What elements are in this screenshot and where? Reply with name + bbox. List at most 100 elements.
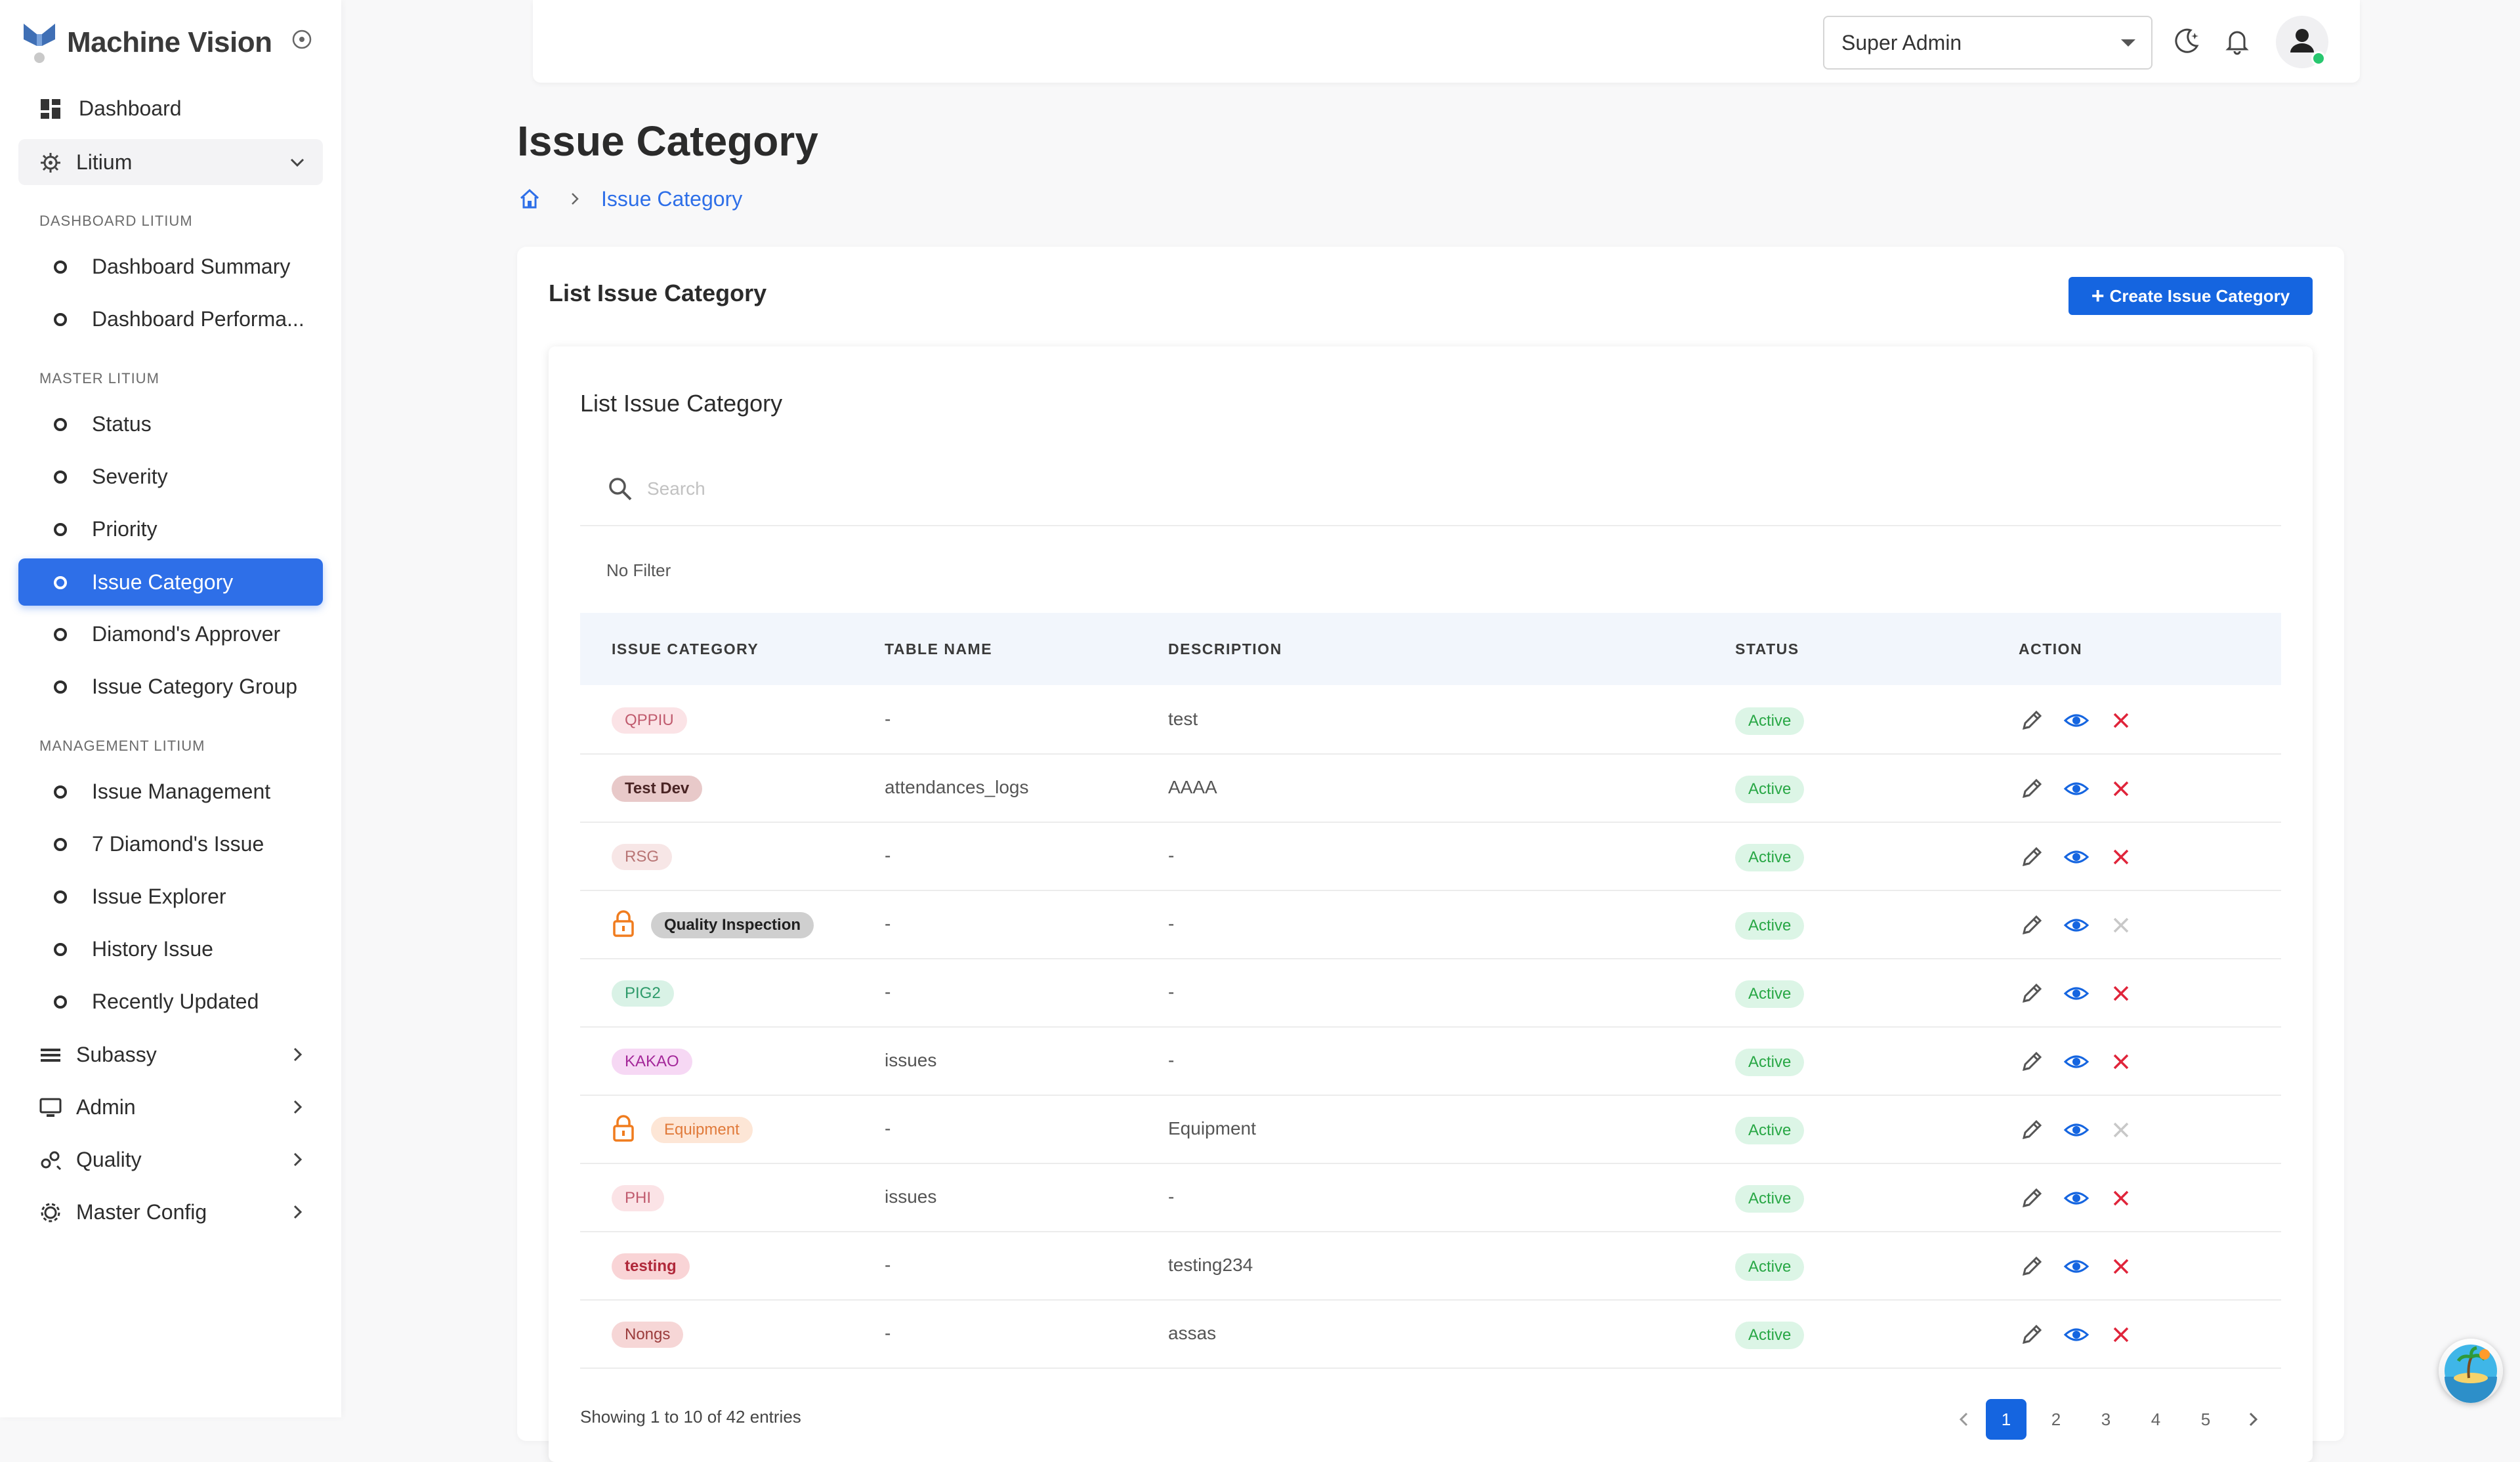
sidebar-item-dashboard-summary[interactable]: Dashboard Summary <box>18 243 323 290</box>
sidebar-item-priority[interactable]: Priority <box>18 505 323 553</box>
table-row: KAKAO issues - Active <box>580 1026 2281 1096</box>
edit-icon[interactable] <box>2019 776 2045 802</box>
sidebar-pin-icon[interactable] <box>291 29 312 50</box>
delete-x-icon[interactable] <box>2108 844 2134 870</box>
sidebar-item-recently-updated[interactable]: Recently Updated <box>18 978 323 1025</box>
table-name-cell: issues <box>885 1050 937 1070</box>
chevron-right-icon <box>293 1205 303 1219</box>
table-name-cell: - <box>885 1118 891 1138</box>
sidebar-item-history-issue[interactable]: History Issue <box>18 925 323 972</box>
page-button-4[interactable]: 4 <box>2135 1399 2176 1440</box>
view-eye-icon[interactable] <box>2063 1185 2090 1211</box>
sidebar-item-issue-explorer[interactable]: Issue Explorer <box>18 873 323 920</box>
column-header-table-name[interactable]: TABLE NAME <box>885 613 992 685</box>
bullet-icon <box>54 785 67 799</box>
page-button-1[interactable]: 1 <box>1986 1399 2026 1440</box>
section-label-master-litium: MASTER LITIUM <box>39 370 159 386</box>
sidebar-item-dashboard[interactable]: Dashboard <box>18 85 323 131</box>
page-title: Issue Category <box>517 117 818 165</box>
column-header-status: STATUS <box>1735 640 1799 658</box>
chevron-right-icon[interactable] <box>2243 1410 2263 1429</box>
chevron-right-icon <box>293 1152 303 1167</box>
view-eye-icon[interactable] <box>2063 776 2090 802</box>
view-eye-icon[interactable] <box>2063 912 2090 938</box>
sidebar-item-label: Recently Updated <box>92 990 259 1013</box>
issue-category-badge: PHI <box>612 1185 665 1211</box>
breadcrumb-current[interactable]: Issue Category <box>601 187 742 211</box>
sidebar-group-master-config[interactable]: Master Config <box>18 1189 323 1235</box>
edit-icon[interactable] <box>2019 1049 2045 1075</box>
column-header-description[interactable]: DESCRIPTION <box>1168 613 1282 685</box>
card-title: List Issue Category <box>549 280 767 306</box>
delete-x-icon[interactable] <box>2108 776 2134 802</box>
delete-x-icon[interactable] <box>2108 1253 2134 1280</box>
delete-x-icon[interactable] <box>2108 1322 2134 1348</box>
view-eye-icon[interactable] <box>2063 980 2090 1007</box>
edit-icon[interactable] <box>2019 1117 2045 1143</box>
sidebar-item-7-diamonds-issue[interactable]: 7 Diamond's Issue <box>18 820 323 867</box>
view-eye-icon[interactable] <box>2063 1253 2090 1280</box>
filter-label[interactable]: No Filter <box>606 560 671 581</box>
issue-category-badge: PIG2 <box>612 980 674 1007</box>
moon-icon[interactable] <box>2171 26 2201 56</box>
table-name-cell: - <box>885 845 891 866</box>
description-cell: - <box>1168 913 1175 934</box>
delete-x-icon[interactable] <box>2108 1185 2134 1211</box>
page-button-2[interactable]: 2 <box>2036 1399 2076 1440</box>
sidebar-item-diamonds-approver[interactable]: Diamond's Approver <box>18 610 323 658</box>
sidebar-item-label: Diamond's Approver <box>92 622 281 646</box>
table-row: Test Dev attendances_logs AAAA Active <box>580 753 2281 823</box>
bullet-icon <box>54 576 67 589</box>
sidebar-item-issue-category[interactable]: Issue Category <box>18 558 323 606</box>
edit-icon[interactable] <box>2019 844 2045 870</box>
edit-icon[interactable] <box>2019 1322 2045 1348</box>
sidebar-item-status[interactable]: Status <box>18 400 323 448</box>
edit-icon[interactable] <box>2019 1185 2045 1211</box>
view-eye-icon[interactable] <box>2063 1049 2090 1075</box>
sidebar-item-dashboard-performance[interactable]: Dashboard Performa... <box>18 295 323 343</box>
sidebar-item-issue-category-group[interactable]: Issue Category Group <box>18 663 323 710</box>
table-row: PHI issues - Active <box>580 1163 2281 1232</box>
sidebar-group-litium[interactable]: Litium <box>18 139 323 185</box>
status-badge: Active <box>1735 1117 1805 1144</box>
delete-x-icon[interactable] <box>2108 707 2134 734</box>
sidebar-group-admin[interactable]: Admin <box>18 1084 323 1130</box>
sidebar-item-severity[interactable]: Severity <box>18 453 323 500</box>
view-eye-icon[interactable] <box>2063 844 2090 870</box>
edit-icon[interactable] <box>2019 912 2045 938</box>
chevron-right-icon <box>293 1100 303 1114</box>
delete-x-icon[interactable] <box>2108 1049 2134 1075</box>
bullet-icon <box>54 995 67 1009</box>
edit-icon[interactable] <box>2019 980 2045 1007</box>
chevron-left-icon[interactable] <box>1954 1410 1974 1429</box>
bell-icon[interactable] <box>2222 26 2252 56</box>
bullet-icon <box>54 418 67 431</box>
brand[interactable]: Machine Vision <box>21 20 272 66</box>
page-button-3[interactable]: 3 <box>2086 1399 2126 1440</box>
edit-icon[interactable] <box>2019 707 2045 734</box>
create-issue-category-button[interactable]: + Create Issue Category <box>2068 277 2313 315</box>
sidebar-item-label: Dashboard <box>79 96 182 120</box>
role-select[interactable]: Super Admin <box>1823 16 2152 70</box>
delete-x-icon[interactable] <box>2108 980 2134 1007</box>
home-icon[interactable] <box>518 188 541 210</box>
sidebar-item-label: History Issue <box>92 937 213 961</box>
search-input[interactable] <box>646 472 1436 505</box>
bullet-icon <box>54 523 67 536</box>
issue-category-badge: Test Dev <box>612 776 703 802</box>
avatar[interactable] <box>2276 16 2328 68</box>
view-eye-icon[interactable] <box>2063 707 2090 734</box>
description-cell: assas <box>1168 1323 1217 1343</box>
sidebar-item-issue-management[interactable]: Issue Management <box>18 768 323 815</box>
column-header-action: ACTION <box>2019 640 2083 658</box>
floating-assistant-button[interactable] <box>2439 1339 2503 1403</box>
view-eye-icon[interactable] <box>2063 1322 2090 1348</box>
column-header-issue-category[interactable]: ISSUE CATEGORY <box>612 613 759 685</box>
view-eye-icon[interactable] <box>2063 1117 2090 1143</box>
page-button-5[interactable]: 5 <box>2185 1399 2226 1440</box>
edit-icon[interactable] <box>2019 1253 2045 1280</box>
sidebar-group-subassy[interactable]: Subassy <box>18 1032 323 1077</box>
sidebar-group-quality[interactable]: Quality <box>18 1137 323 1182</box>
delete-x-icon <box>2113 1122 2129 1138</box>
chevron-right-icon <box>572 193 579 205</box>
